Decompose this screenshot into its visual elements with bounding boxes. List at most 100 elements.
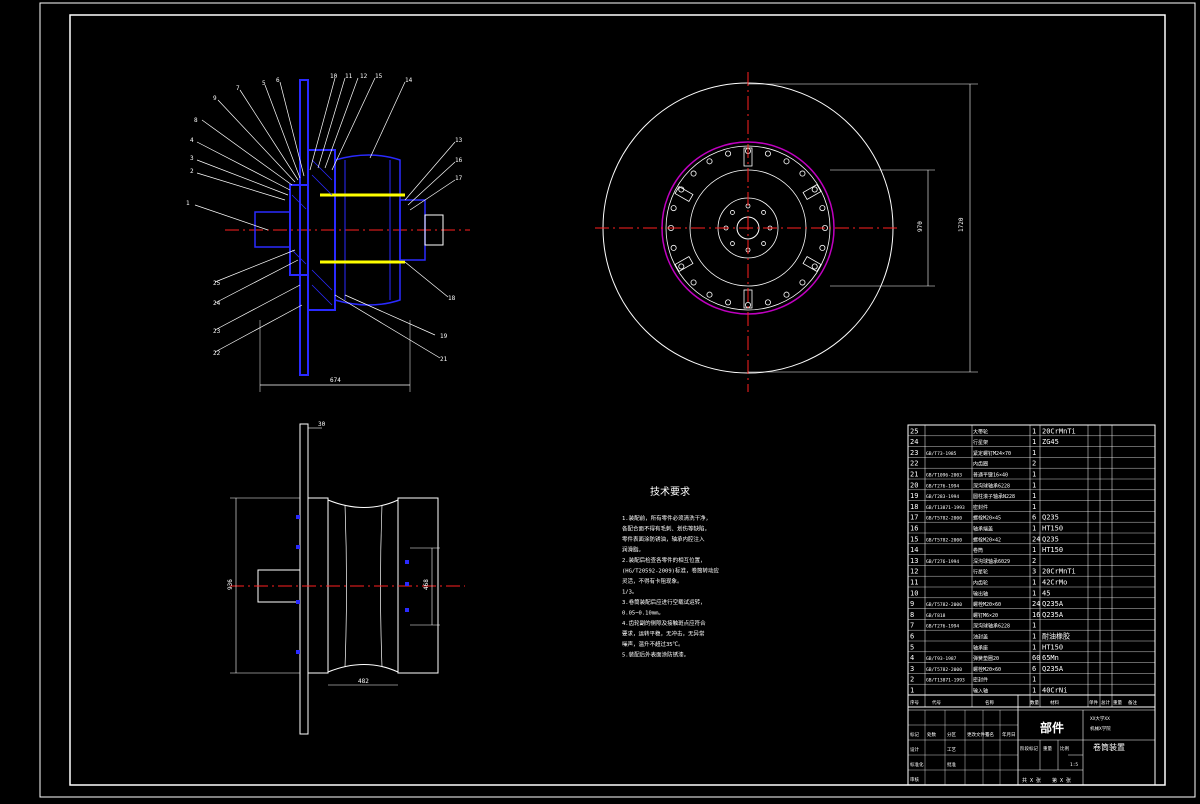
- title-sheet-total: 共 X 张: [1022, 777, 1041, 784]
- tech-requirement-line: 灵活，不得有卡阻现象。: [622, 577, 683, 585]
- bom-cell: 24: [1032, 535, 1040, 543]
- tech-requirements-lines: 1.装配前，所有零件必须清洗干净， 各配合面不得有毛刺、划伤等缺陷， 零件表面涂…: [622, 514, 719, 659]
- bom-cell: 普通平键16×40: [973, 472, 1008, 479]
- bolt-hole: [706, 158, 713, 165]
- bom-cell: 圆柱滚子轴承N228: [973, 493, 1015, 500]
- bom-cell: 耐油橡胶: [1042, 632, 1070, 641]
- bom-cell: 1: [1032, 481, 1036, 489]
- balloon-5: 5: [262, 80, 266, 87]
- bom-cell: 内齿轮: [973, 580, 988, 587]
- bom-cell: GB/T13871-1993: [926, 678, 965, 684]
- sign-label: 分区: [947, 731, 956, 738]
- bolt-hole: [819, 244, 826, 251]
- bom-cell: 15: [910, 535, 918, 543]
- bom-cell: 40CrNi: [1042, 687, 1067, 695]
- balloon-9: 9: [213, 95, 217, 102]
- bom-cell: 1: [1032, 525, 1036, 533]
- tech-requirement-line: (HG/T20592-2009)标准，卷筒转动应: [622, 567, 719, 575]
- bom-cell: 轴承端盖: [973, 526, 993, 533]
- tech-requirement-line: 润滑脂。: [622, 546, 644, 554]
- bom-header-cell: 数量: [1030, 699, 1039, 706]
- bom-cell: 2: [1032, 460, 1036, 468]
- hub-hole: [730, 210, 735, 215]
- balloon-2: 2: [190, 168, 194, 175]
- tech-requirements-title: 技术要求: [650, 485, 690, 498]
- bom-cell: HT150: [1042, 643, 1063, 651]
- dim-side-inner: 468: [423, 579, 430, 590]
- dim-bolt-circle: 970: [917, 221, 924, 232]
- bolt-hole: [725, 150, 732, 157]
- bom-cell: 1: [1032, 449, 1036, 457]
- bom-cell: 1: [1032, 589, 1036, 597]
- bom-cell: 1: [1032, 471, 1036, 479]
- bom-header-cell: 总计: [1101, 699, 1110, 706]
- drawing-canvas: 674 1 2 3 4 5 6 7 8 9 10 11 12 13 14 15 …: [39, 2, 1196, 798]
- sign-label: 设计: [910, 746, 919, 753]
- bom-header-cell: 备注: [1128, 699, 1137, 706]
- bom-cell: 6: [1032, 665, 1036, 673]
- side-dimensions: [230, 427, 440, 686]
- sign-label: 年月日: [1002, 731, 1016, 738]
- bom-cell: 19: [910, 492, 918, 500]
- bom-cell: 42CrMo: [1042, 579, 1067, 587]
- bom-cell: 12: [910, 568, 918, 576]
- side-bolts: [296, 515, 409, 654]
- balloon-19: 19: [440, 333, 448, 340]
- tech-requirement-line: 4.齿轮副的侧隙及接触斑点应符合: [622, 619, 706, 627]
- bom-cell: 1: [910, 687, 914, 695]
- bom-cell: 密封件: [973, 677, 988, 684]
- bom-cell: 1: [1032, 579, 1036, 587]
- balloon-25: 25: [213, 280, 221, 287]
- balloon-23: 23: [213, 328, 221, 335]
- bom-cell: GB/T818: [926, 613, 946, 619]
- bom-cell: 1: [1032, 687, 1036, 695]
- bom-cell: HT150: [1042, 546, 1063, 554]
- bolt-hole: [725, 299, 732, 306]
- bolt-hole: [764, 150, 771, 157]
- bolt-hole: [799, 279, 806, 286]
- bom-cell: 弹簧垫圈20: [973, 655, 999, 662]
- flange-plate: [299, 79, 309, 376]
- bom-cell: GB/T5782-2000: [926, 667, 962, 673]
- dim-side-height: 936: [227, 579, 234, 590]
- bom-cell: 4: [910, 654, 914, 662]
- bom-cell: 23: [910, 449, 918, 457]
- balloon-13: 13: [455, 137, 463, 144]
- bom-cell: 6: [910, 633, 914, 641]
- sign-label: 批准: [947, 761, 956, 768]
- bom-cell: 20: [910, 481, 918, 489]
- sign-label: 工艺: [947, 747, 956, 753]
- bom-cell: 20CrMnTi: [1042, 427, 1076, 435]
- bom-cell: 密封件: [973, 504, 988, 511]
- bom-header-cell: 名称: [985, 699, 994, 706]
- title-assembly-name: 卷筒装置: [1093, 742, 1125, 752]
- bom-cell: 14: [910, 546, 918, 554]
- bolt-hole: [690, 279, 697, 286]
- bom-header-cell: 重量: [1113, 699, 1122, 706]
- tech-requirement-line: 噪声，温升不超过35℃。: [622, 640, 684, 648]
- title-scale: 1:5: [1070, 762, 1078, 768]
- bom-cell: 1: [1032, 546, 1036, 554]
- bom-cell: 1: [1032, 438, 1036, 446]
- bom-cell: 16: [910, 525, 918, 533]
- bom-cell: Q235A: [1042, 600, 1064, 608]
- tech-requirement-line: 1/3。: [622, 590, 637, 596]
- balloon-4: 4: [190, 137, 194, 144]
- bom-cell: 轴承座: [973, 644, 988, 651]
- bom-header-cell: 序号: [910, 699, 919, 706]
- bill-of-materials: 25 大带轮 1 20CrMnTi24 行星架 1 ZG4523 GB/T73-1985 紧定螺…: [907, 424, 1156, 708]
- bom-cell: 螺栓M20×42: [973, 536, 1001, 543]
- bom-cell: 60: [1032, 654, 1040, 662]
- bolt-hole: [783, 291, 790, 298]
- bom-cell: GB/T5782-2000: [926, 537, 962, 543]
- bolt-hole: [811, 263, 818, 270]
- bolt-hole: [670, 244, 677, 251]
- tech-requirement-line: 要求，运转平稳，无冲击，无异常: [622, 630, 705, 638]
- balloon-24: 24: [213, 300, 221, 307]
- bom-cell: 深沟球轴承6228: [973, 623, 1010, 630]
- bom-cell: 螺栓M20×45: [973, 515, 1001, 522]
- bom-cell: Q235A: [1042, 611, 1064, 619]
- tech-requirement-line: 3.卷筒装配后应进行空载试运转，: [622, 598, 706, 606]
- bom-cell: 1: [1032, 622, 1036, 630]
- dim-side-drum-length: 482: [358, 678, 369, 685]
